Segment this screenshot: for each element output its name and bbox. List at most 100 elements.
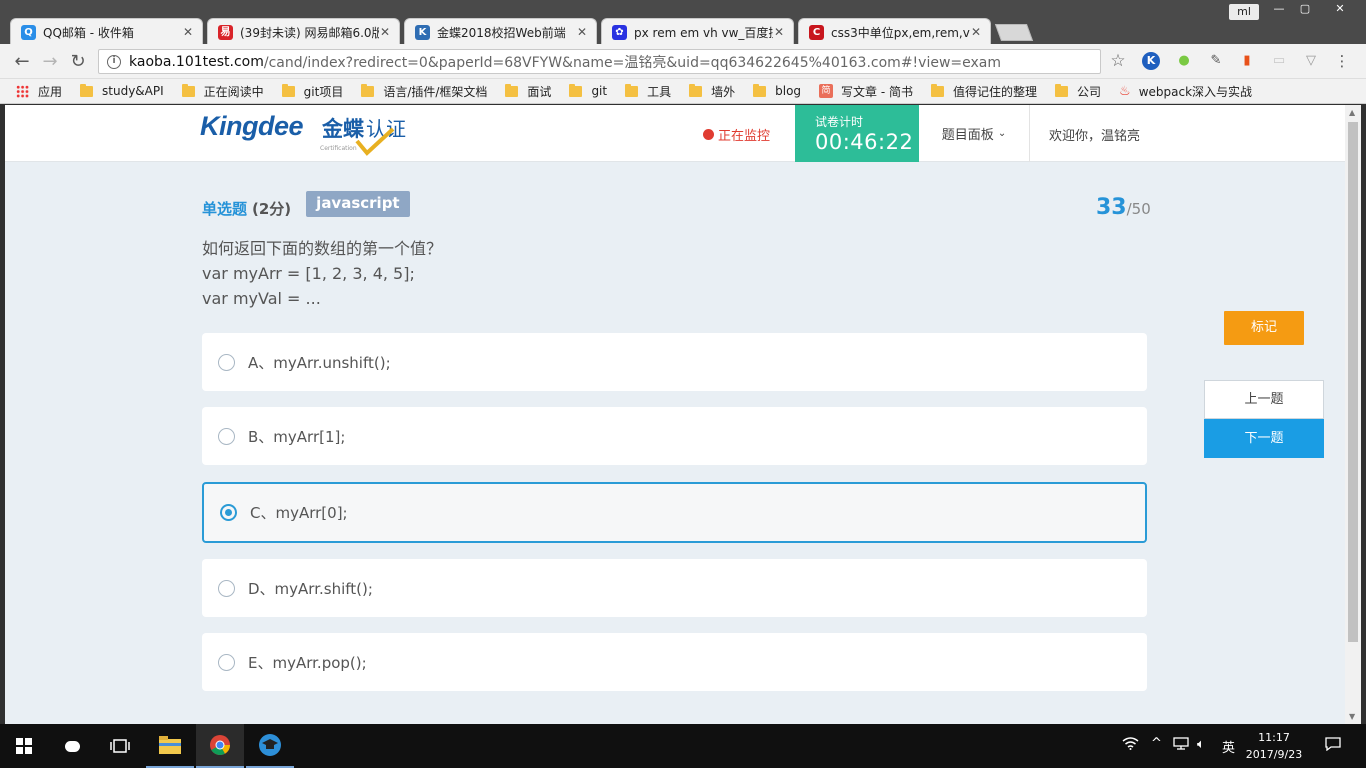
bookmark-apps[interactable]: 应用 [16,83,62,100]
wifi-icon[interactable] [1122,737,1139,754]
profile-button[interactable]: ml [1229,4,1259,20]
windows-start-icon[interactable] [0,724,48,768]
radio-icon[interactable] [218,579,235,597]
bookmark-folder[interactable]: 公司 [1055,83,1101,100]
scroll-up-icon[interactable]: ▲ [1349,108,1355,117]
new-tab-button[interactable] [994,24,1034,41]
bookmark-label: 公司 [1077,84,1102,99]
flame-icon: ♨ [1119,83,1131,99]
welcome-text: 欢迎你，温铭亮 [1049,129,1141,144]
tab-close-icon[interactable]: ✕ [576,25,588,39]
bookmark-jianshu[interactable]: 简写文章 - 简书 [819,83,913,100]
kingdee-certification-logo[interactable]: Kingdee 金蝶 认证 Certification [200,109,430,159]
bookmark-folder[interactable]: 值得记住的整理 [931,83,1037,100]
timer-label: 试卷计时 [815,115,864,129]
back-icon[interactable]: ← [11,51,33,73]
jianshu-icon: 简 [819,84,834,98]
radio-icon[interactable] [218,353,235,371]
notification-icon[interactable] [1325,737,1341,755]
radio-selected-icon[interactable] [220,504,237,521]
radio-icon[interactable] [218,653,235,671]
filter-icon[interactable]: ▽ [1302,52,1320,70]
network-icon[interactable] [1173,737,1189,754]
tab-close-icon[interactable]: ✕ [182,25,194,39]
exam-page: Kingdee 金蝶 认证 Certification 正在监控 试卷计时 00… [5,105,1345,724]
question-tag-badge: javascript [306,191,410,217]
tab-netease-mail[interactable]: 易 (39封未读) 网易邮箱6.0版 ✕ [207,18,400,45]
tab-close-icon[interactable]: ✕ [773,25,785,39]
folder-icon [361,83,375,97]
question-panel-dropdown[interactable]: 题目面板 ⌄ [919,105,1030,162]
question-type: 单选题 [202,199,248,218]
star-icon[interactable]: ☆ [1109,52,1127,70]
bookmark-folder[interactable]: blog [753,83,801,98]
scroll-thumb[interactable] [1348,122,1358,642]
page-scrollbar[interactable]: ▲ ▼ [1345,105,1361,724]
option-a[interactable]: A、myArr.unshift(); [202,333,1147,391]
current-question-number: 33 [1096,195,1127,220]
option-c[interactable]: C、myArr[0]; [202,482,1147,543]
reload-icon[interactable]: ↻ [67,51,89,73]
maximize-icon[interactable]: ▢ [1292,0,1318,18]
ime-indicator[interactable]: 英 [1222,737,1235,756]
tab-kingdee[interactable]: K 金蝶2018校招Web前端 ✕ [404,18,597,45]
office-icon[interactable]: ▮ [1238,52,1256,70]
address-bar[interactable]: i kaoba.101test.com/cand/index?redirect=… [98,49,1101,74]
bookmarks-bar: 应用 study&API 正在阅读中 git项目 语言/插件/框架文档 面试 g… [0,79,1366,104]
bookmark-folder[interactable]: git项目 [281,83,344,100]
question-line: 如何返回下面的数组的第一个值？ [202,239,443,258]
k-extension-icon[interactable]: K [1142,52,1160,70]
folder-icon [689,83,703,97]
bookmark-folder[interactable]: 工具 [625,83,671,100]
option-d[interactable]: D、myArr.shift(); [202,559,1147,617]
apps-grid-icon [16,84,29,98]
bookmark-folder[interactable]: 面试 [505,83,551,100]
radio-icon[interactable] [218,427,235,445]
green-dot-icon[interactable]: ● [1175,52,1193,70]
chrome-icon[interactable] [196,724,244,768]
monitor-text: 正在监控 [718,129,771,144]
bookmark-folder[interactable]: 语言/插件/框架文档 [361,83,487,100]
bookmark-webpack[interactable]: ♨ webpack深入与实战 [1119,83,1252,100]
graduation-cap-icon[interactable] [246,724,294,768]
menu-icon[interactable]: ⋮ [1333,52,1351,70]
mark-button[interactable]: 标记 [1224,311,1304,345]
bookmark-folder[interactable]: git [569,83,607,98]
tab-baidu[interactable]: ✿ px rem em vh vw_百度搜索 ✕ [601,18,794,45]
bookmark-label: 值得记住的整理 [953,84,1038,99]
task-view-icon[interactable] [96,724,144,768]
file-explorer-icon[interactable] [146,724,194,768]
blank-extension-icon[interactable]: ▭ [1270,52,1288,70]
bookmark-folder[interactable]: study&API [80,83,164,98]
question-header: 单选题 (2分) javascript [202,191,410,221]
minimize-icon[interactable]: — [1266,0,1292,18]
folder-icon [281,83,295,97]
checkmark-icon [355,127,395,156]
chevron-up-icon[interactable]: ^ [1151,736,1162,751]
cortana-icon[interactable] [48,724,96,768]
eyedropper-icon[interactable]: ✎ [1207,52,1225,70]
tab-qq-mail[interactable]: Q QQ邮箱 - 收件箱 ✕ [10,18,203,45]
previous-question-button[interactable]: 上一题 [1204,380,1324,419]
question-line: var myArr = [1, 2, 3, 4, 5]; [202,264,415,283]
option-b[interactable]: B、myArr[1]; [202,407,1147,465]
bookmark-label: 面试 [527,84,552,99]
tab-close-icon[interactable]: ✕ [970,25,982,39]
browser-titlebar: ml — ▢ ✕ Q QQ邮箱 - 收件箱 ✕ 易 (39封未读) 网易邮箱6.… [0,0,1366,45]
close-icon[interactable]: ✕ [1322,0,1358,18]
tab-close-icon[interactable]: ✕ [379,25,391,39]
system-clock[interactable]: 11:17 2017/9/23 [1244,729,1304,763]
forward-icon[interactable]: → [39,51,61,73]
info-icon[interactable]: i [107,54,121,69]
bookmark-folder[interactable]: 墙外 [689,83,735,100]
bookmark-folder[interactable]: 正在阅读中 [181,83,264,100]
scroll-down-icon[interactable]: ▼ [1349,712,1355,721]
option-e[interactable]: E、myArr.pop(); [202,633,1147,691]
next-question-button[interactable]: 下一题 [1204,419,1324,458]
bookmark-label: git项目 [303,84,344,99]
volume-icon[interactable]: 🔈︎ [1197,737,1205,752]
monitoring-status: 正在监控 [703,125,770,144]
tab-csdn[interactable]: C css3中单位px,em,rem,vh ✕ [798,18,991,45]
browser-toolbar: ← → ↻ i kaoba.101test.com/cand/index?red… [0,44,1366,79]
option-label: D、myArr.shift(); [248,579,373,598]
